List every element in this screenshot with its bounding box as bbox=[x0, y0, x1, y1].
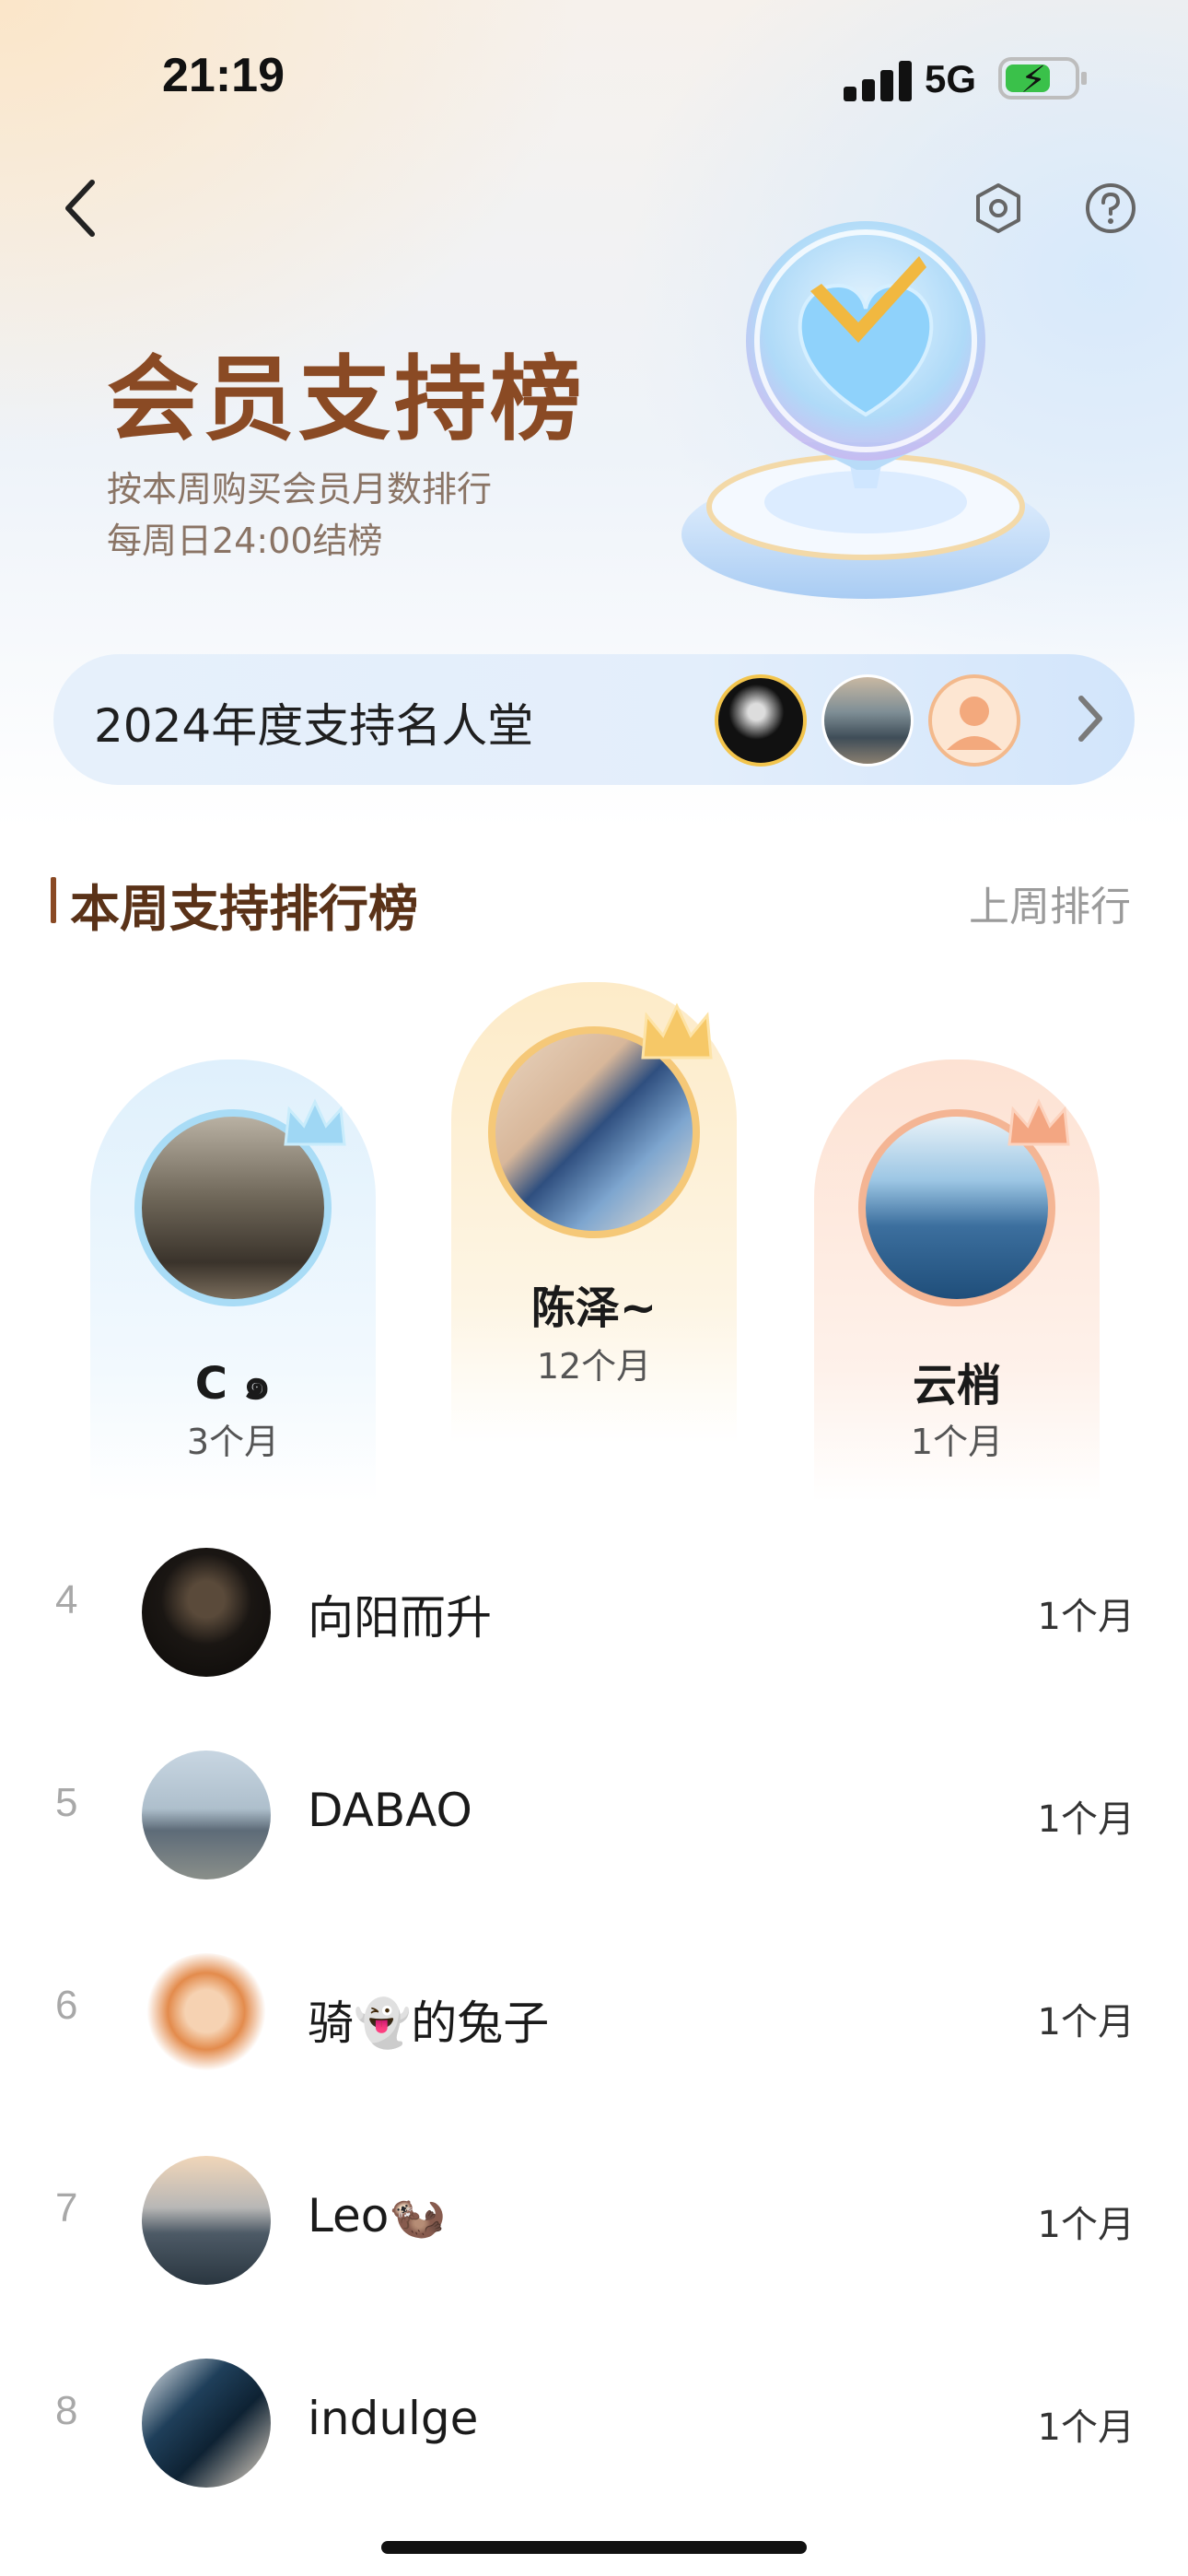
avatar bbox=[142, 1548, 271, 1677]
default-user-icon bbox=[947, 697, 1002, 750]
crown-icon bbox=[641, 1002, 713, 1060]
page-title: 会员支持榜 bbox=[107, 345, 586, 453]
podium-months-1: 12个月 bbox=[536, 1346, 652, 1387]
podium-rank-2[interactable]: C ๑ 3个月 bbox=[90, 1060, 376, 1502]
avatar bbox=[142, 1751, 271, 1879]
user-name: 骑👻的兔子 bbox=[308, 1996, 550, 2050]
rank-number: 6 bbox=[55, 1983, 78, 2028]
heart-trophy-icon bbox=[681, 221, 1050, 599]
help-icon[interactable] bbox=[1083, 181, 1138, 236]
user-name: indulge bbox=[308, 2392, 479, 2445]
home-indicator[interactable] bbox=[381, 2541, 807, 2554]
months-value: 1个月 bbox=[1037, 2406, 1135, 2449]
subtitle-rule: 按本周购买会员月数排行 bbox=[107, 469, 493, 509]
podium-months-2: 3个月 bbox=[186, 1422, 280, 1462]
subtitle-deadline: 每周日24:00结榜 bbox=[107, 521, 383, 561]
avatar bbox=[142, 1953, 271, 2082]
list-item[interactable]: 5 DABAO 1个月 bbox=[0, 1725, 1188, 1909]
months-value: 1个月 bbox=[1037, 1596, 1135, 1638]
avatar bbox=[142, 2156, 271, 2285]
months-value: 1个月 bbox=[1037, 2001, 1135, 2043]
rank-number: 7 bbox=[55, 2185, 78, 2231]
hall-avatar-3 bbox=[928, 674, 1020, 767]
section-accent-bar bbox=[51, 877, 56, 923]
last-week-ranking-link[interactable]: 上周排行 bbox=[969, 873, 1131, 932]
months-value: 1个月 bbox=[1037, 2204, 1135, 2246]
list-item[interactable]: 8 indulge 1个月 bbox=[0, 2333, 1188, 2517]
list-item[interactable]: 4 向阳而升 1个月 bbox=[0, 1522, 1188, 1706]
user-name: Leo🦦 bbox=[308, 2189, 447, 2242]
rank-number: 4 bbox=[55, 1577, 78, 1622]
hall-avatar-2 bbox=[821, 674, 914, 767]
avatar bbox=[142, 2359, 271, 2488]
months-value: 1个月 bbox=[1037, 1798, 1135, 1841]
list-item[interactable]: 6 骑👻的兔子 1个月 bbox=[0, 1927, 1188, 2112]
podium-name-3: 云梢 bbox=[912, 1360, 1001, 1411]
hall-avatar-1 bbox=[715, 674, 807, 767]
user-name: 向阳而升 bbox=[308, 1591, 492, 1645]
podium-name-1: 陈泽~ bbox=[530, 1282, 658, 1334]
podium-rank-3[interactable]: 云梢 1个月 bbox=[814, 1060, 1100, 1502]
podium-name-2: C ๑ bbox=[194, 1358, 272, 1410]
crown-icon bbox=[284, 1098, 346, 1146]
podium-months-3: 1个月 bbox=[910, 1422, 1004, 1462]
section-title: 本周支持排行榜 bbox=[70, 880, 418, 938]
chevron-right-icon bbox=[1078, 696, 1102, 742]
network-label: 5G bbox=[925, 57, 977, 100]
back-icon[interactable] bbox=[55, 175, 107, 241]
status-time: 21:19 bbox=[162, 49, 285, 102]
rank-number: 8 bbox=[55, 2388, 78, 2433]
user-name: DABAO bbox=[308, 1784, 472, 1837]
signal-icon bbox=[844, 61, 917, 101]
hall-of-fame-bar[interactable]: 2024年度支持名人堂 bbox=[53, 654, 1135, 785]
podium-rank-1[interactable]: 陈泽~ 12个月 bbox=[451, 982, 737, 1443]
battery-icon: ⚡ bbox=[998, 57, 1087, 101]
rank-number: 5 bbox=[55, 1780, 78, 1825]
list-item[interactable]: 7 Leo🦦 1个月 bbox=[0, 2130, 1188, 2314]
hall-of-fame-label: 2024年度支持名人堂 bbox=[94, 699, 534, 753]
crown-icon bbox=[1007, 1098, 1070, 1146]
status-bar: 21:19 5G ⚡ bbox=[0, 0, 1188, 157]
